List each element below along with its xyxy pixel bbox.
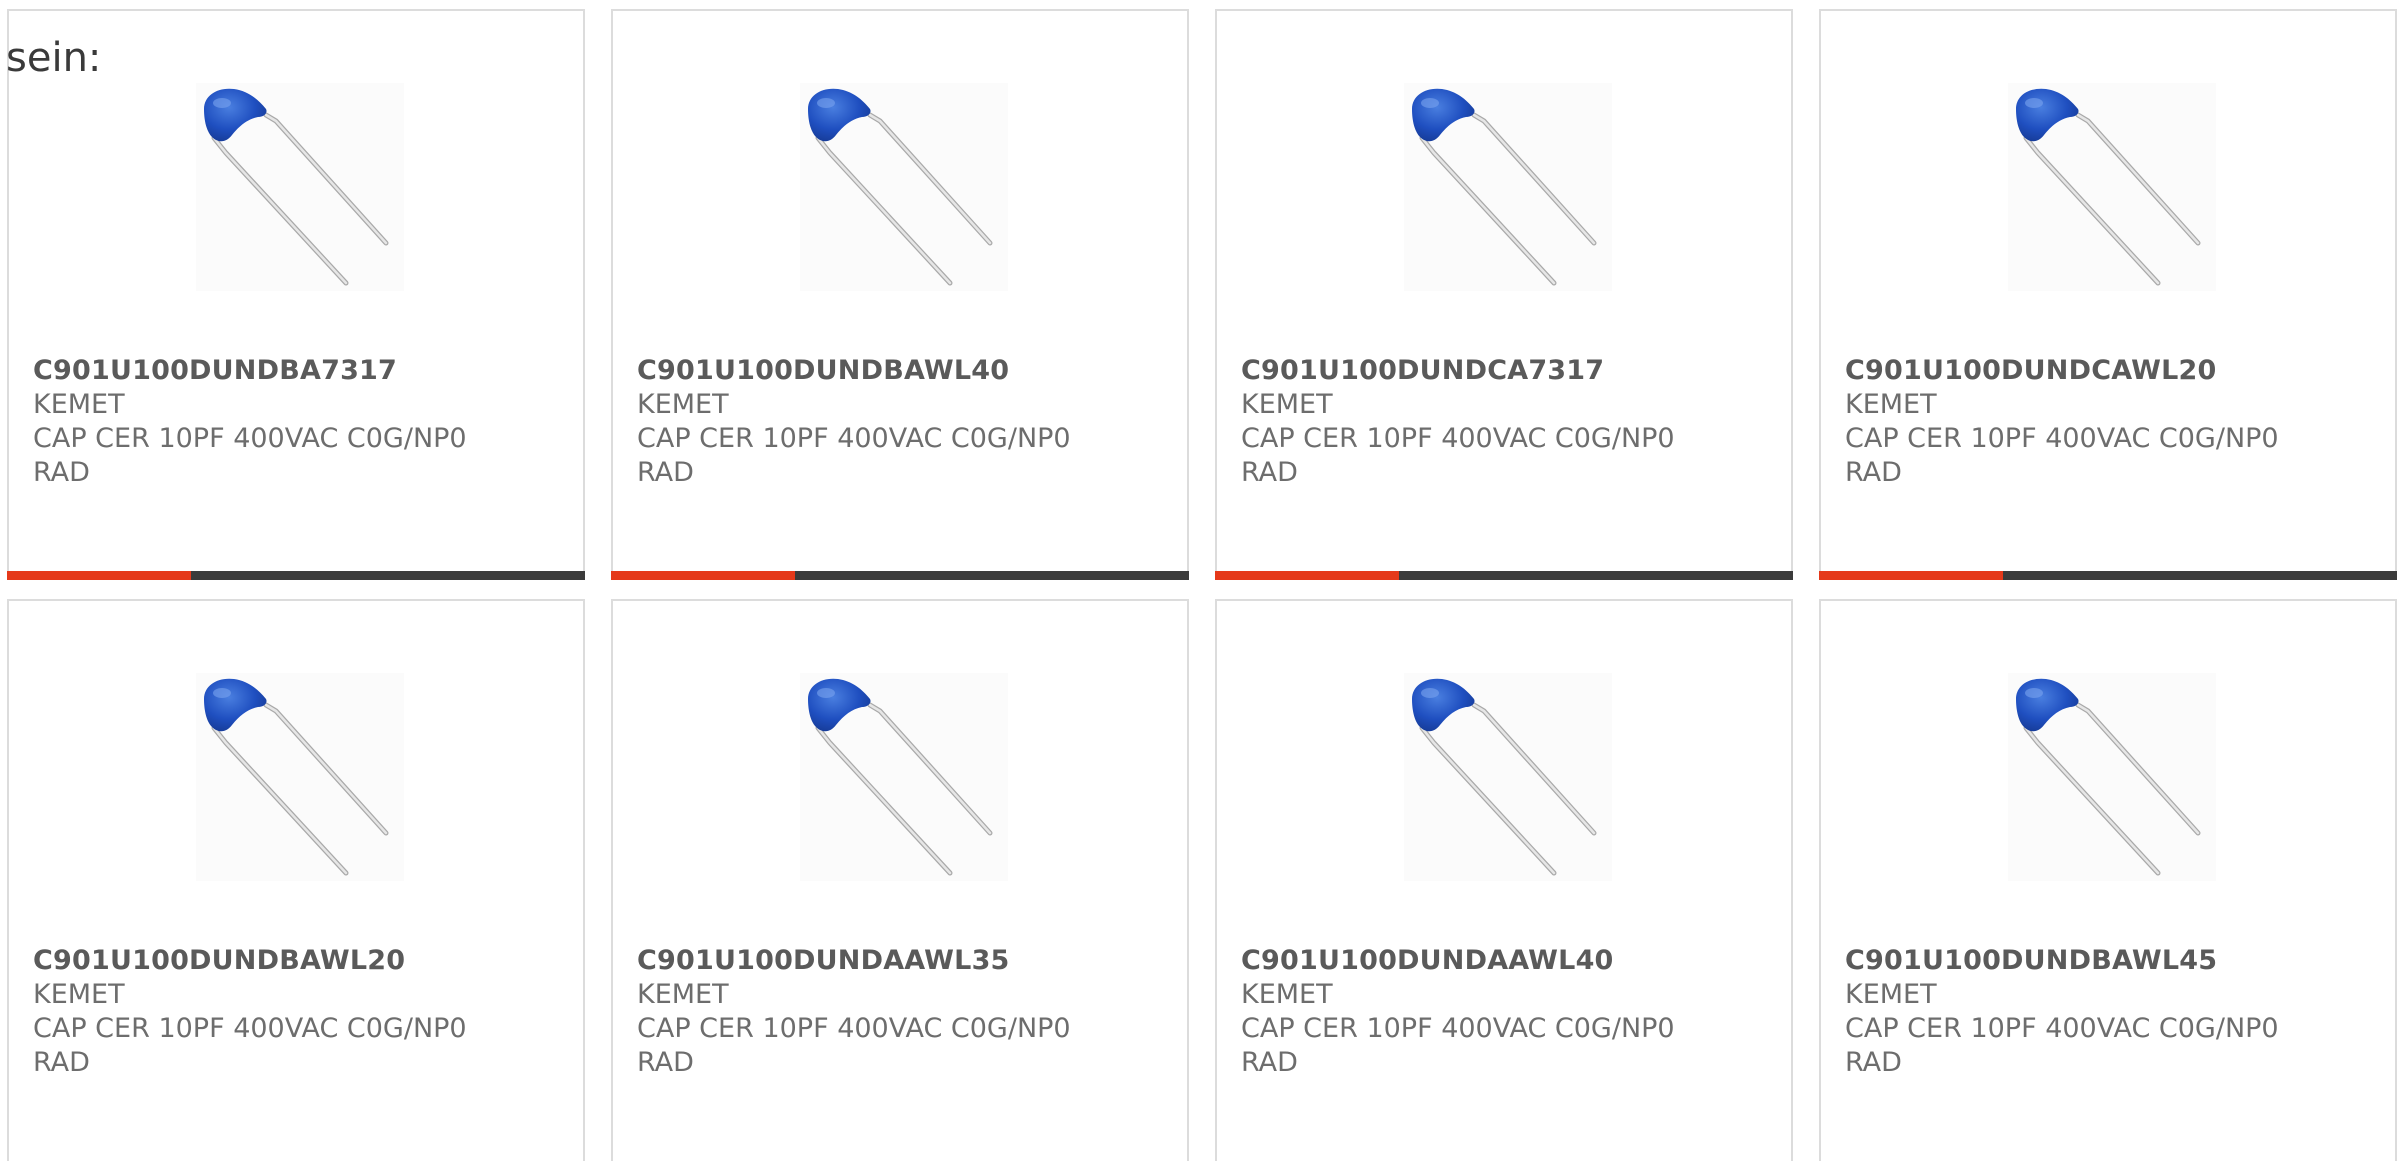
capacitor-image[interactable]	[800, 673, 1008, 881]
card-accent-bar	[611, 571, 795, 580]
description-line-1: CAP CER 10PF 400VAC C0G/NP0	[1241, 423, 1675, 454]
description-line-1: CAP CER 10PF 400VAC C0G/NP0	[1845, 423, 2279, 454]
product-card[interactable]: C901U100DUNDAAWL40 KEMET CAP CER 10PF 40…	[1215, 599, 1793, 1161]
description-line-1: CAP CER 10PF 400VAC C0G/NP0	[1845, 1013, 2279, 1044]
intro-text: sein:	[6, 35, 102, 81]
capacitor-image[interactable]	[2008, 83, 2216, 291]
product-info: C901U100DUNDBAWL40 KEMET CAP CER 10PF 40…	[637, 354, 1157, 490]
description-line-2: RAD	[1845, 457, 1902, 488]
product-info: C901U100DUNDBAWL20 KEMET CAP CER 10PF 40…	[33, 944, 553, 1080]
description-line-1: CAP CER 10PF 400VAC C0G/NP0	[33, 1013, 467, 1044]
product-info: C901U100DUNDAAWL35 KEMET CAP CER 10PF 40…	[637, 944, 1157, 1080]
capacitor-image[interactable]	[800, 83, 1008, 291]
card-footer-bar	[1215, 571, 1793, 580]
manufacturer: KEMET	[1241, 389, 1333, 420]
part-number-link[interactable]: C901U100DUNDBAWL40	[637, 354, 1157, 388]
product-info: C901U100DUNDBAWL45 KEMET CAP CER 10PF 40…	[1845, 944, 2365, 1080]
page: sein: C901U100DUNDBA7317 KEMET CAP CER 1…	[0, 0, 2400, 1161]
part-number-link[interactable]: C901U100DUNDBAWL45	[1845, 944, 2365, 978]
product-card[interactable]: C901U100DUNDCAWL20 KEMET CAP CER 10PF 40…	[1819, 9, 2397, 580]
description-line-2: RAD	[33, 1047, 90, 1078]
manufacturer: KEMET	[33, 979, 125, 1010]
product-card[interactable]: C901U100DUNDBAWL45 KEMET CAP CER 10PF 40…	[1819, 599, 2397, 1161]
product-card[interactable]: C901U100DUNDAAWL35 KEMET CAP CER 10PF 40…	[611, 599, 1189, 1161]
description-line-2: RAD	[637, 457, 694, 488]
description-line-2: RAD	[1845, 1047, 1902, 1078]
description-line-2: RAD	[637, 1047, 694, 1078]
manufacturer: KEMET	[33, 389, 125, 420]
manufacturer: KEMET	[637, 389, 729, 420]
product-card[interactable]: C901U100DUNDCA7317 KEMET CAP CER 10PF 40…	[1215, 9, 1793, 580]
description-line-1: CAP CER 10PF 400VAC C0G/NP0	[1241, 1013, 1675, 1044]
product-card[interactable]: C901U100DUNDBA7317 KEMET CAP CER 10PF 40…	[7, 9, 585, 580]
card-footer-bar	[7, 571, 585, 580]
part-number-link[interactable]: C901U100DUNDCA7317	[1241, 354, 1761, 388]
manufacturer: KEMET	[637, 979, 729, 1010]
card-footer-bar	[1819, 571, 2397, 580]
product-card[interactable]: C901U100DUNDBAWL20 KEMET CAP CER 10PF 40…	[7, 599, 585, 1161]
card-accent-bar	[1215, 571, 1399, 580]
part-number-link[interactable]: C901U100DUNDAAWL40	[1241, 944, 1761, 978]
manufacturer: KEMET	[1845, 389, 1937, 420]
description-line-1: CAP CER 10PF 400VAC C0G/NP0	[33, 423, 467, 454]
capacitor-image[interactable]	[2008, 673, 2216, 881]
capacitor-image[interactable]	[1404, 673, 1612, 881]
capacitor-image[interactable]	[196, 83, 404, 291]
part-number-link[interactable]: C901U100DUNDAAWL35	[637, 944, 1157, 978]
manufacturer: KEMET	[1845, 979, 1937, 1010]
product-info: C901U100DUNDCAWL20 KEMET CAP CER 10PF 40…	[1845, 354, 2365, 490]
part-number-link[interactable]: C901U100DUNDBAWL20	[33, 944, 553, 978]
description-line-2: RAD	[33, 457, 90, 488]
description-line-1: CAP CER 10PF 400VAC C0G/NP0	[637, 1013, 1071, 1044]
part-number-link[interactable]: C901U100DUNDBA7317	[33, 354, 553, 388]
capacitor-image[interactable]	[196, 673, 404, 881]
card-accent-bar	[1819, 571, 2003, 580]
product-info: C901U100DUNDCA7317 KEMET CAP CER 10PF 40…	[1241, 354, 1761, 490]
description-line-1: CAP CER 10PF 400VAC C0G/NP0	[637, 423, 1071, 454]
capacitor-image[interactable]	[1404, 83, 1612, 291]
manufacturer: KEMET	[1241, 979, 1333, 1010]
description-line-2: RAD	[1241, 1047, 1298, 1078]
card-accent-bar	[7, 571, 191, 580]
description-line-2: RAD	[1241, 457, 1298, 488]
part-number-link[interactable]: C901U100DUNDCAWL20	[1845, 354, 2365, 388]
product-info: C901U100DUNDAAWL40 KEMET CAP CER 10PF 40…	[1241, 944, 1761, 1080]
card-footer-bar	[611, 571, 1189, 580]
product-card[interactable]: C901U100DUNDBAWL40 KEMET CAP CER 10PF 40…	[611, 9, 1189, 580]
product-info: C901U100DUNDBA7317 KEMET CAP CER 10PF 40…	[33, 354, 553, 490]
